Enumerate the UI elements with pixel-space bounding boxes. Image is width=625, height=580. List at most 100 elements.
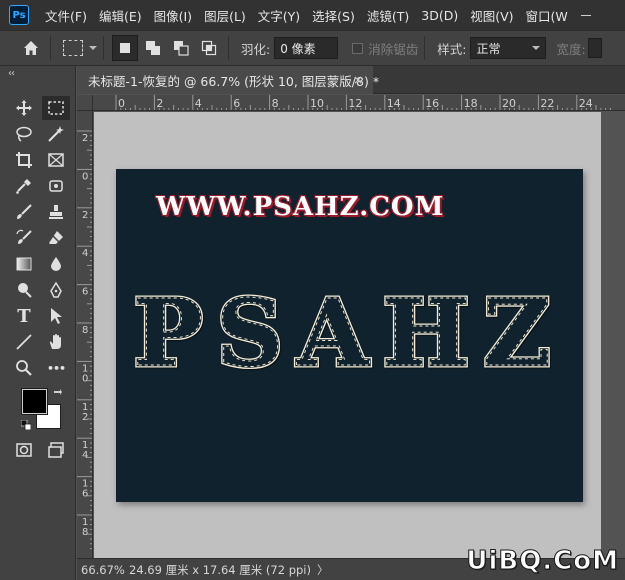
add-selection-icon [146, 41, 160, 55]
ruler-label: 0 [82, 171, 88, 182]
rect-marquee-tool-icon[interactable] [42, 96, 70, 120]
ruler-label: 4 [82, 450, 88, 461]
width-label: 宽度: [556, 41, 586, 57]
crop-tool-icon[interactable] [10, 148, 38, 172]
chevron-down-icon[interactable] [89, 46, 97, 50]
photoshop-logo-icon[interactable]: Ps [9, 5, 29, 25]
eyedropper-tool-icon[interactable] [10, 174, 38, 198]
canvas-title-dashes: PSAHZ [133, 279, 564, 387]
swap-colors-icon[interactable] [53, 387, 63, 397]
add-selection-button[interactable] [140, 35, 166, 61]
type-tool-glyph: T [17, 305, 31, 327]
width-input[interactable] [587, 38, 602, 58]
chevron-right-icon[interactable]: 〉 [317, 562, 329, 578]
antialias-checkbox[interactable]: 消除锯齿 [352, 39, 418, 58]
intersect-selection-button[interactable] [196, 35, 222, 61]
magic-wand-tool-icon[interactable] [42, 122, 70, 146]
lasso-tool-icon[interactable] [10, 122, 38, 146]
ruler-label: 8 [82, 325, 88, 336]
feather-label: 羽化: [241, 41, 271, 57]
close-icon[interactable]: × [353, 73, 363, 87]
menu-edit[interactable]: 编辑(E) [93, 6, 148, 25]
watermark-logo: UiBQ.CoM [466, 546, 619, 577]
separator [103, 36, 104, 60]
ruler-label: 14 [387, 97, 401, 110]
ruler-label: 4 [82, 248, 88, 259]
collapse-panel-icon[interactable]: ‹‹ [8, 68, 15, 79]
style-select[interactable]: 正常 [470, 37, 547, 59]
move-tool-icon[interactable] [10, 96, 38, 120]
marquee-preset-icon[interactable] [63, 40, 83, 56]
more-tools-icon[interactable]: ••• [42, 356, 70, 380]
gradient-tool-icon[interactable] [10, 252, 38, 276]
ruler-label: 6 [82, 489, 88, 500]
zoom-level[interactable]: 66.67% [81, 563, 125, 577]
menu-layer[interactable]: 图层(L) [198, 6, 252, 25]
clone-stamp-tool-icon[interactable] [42, 200, 70, 224]
ruler-label: 2 [82, 210, 88, 221]
intersect-selection-icon [201, 40, 217, 56]
menu-window[interactable]: 窗口(W [520, 6, 574, 25]
dodge-tool-icon[interactable] [10, 278, 38, 302]
feather-input[interactable] [274, 37, 339, 59]
brush-tool-icon[interactable] [10, 200, 38, 224]
vertical-ruler[interactable]: 2024681012141618 [77, 111, 93, 558]
new-selection-button[interactable] [112, 35, 138, 61]
type-tool-icon[interactable]: T [10, 304, 38, 328]
style-value: 正常 [476, 41, 501, 56]
document-size-info: 24.69 厘米 x 17.64 厘米 (72 ppi) [129, 562, 311, 577]
workspace-background [601, 112, 625, 558]
chevron-down-icon [532, 46, 541, 50]
canvas-url-text: WWW.PSAHZ.COM [156, 192, 445, 222]
more-tools-glyph: ••• [46, 361, 66, 375]
blur-tool-icon[interactable] [42, 252, 70, 276]
history-brush-tool-icon[interactable] [10, 226, 38, 250]
ruler-label: 8 [272, 97, 279, 110]
menu-filter[interactable]: 滤镜(T) [361, 6, 415, 25]
default-colors-icon[interactable] [20, 419, 32, 431]
frame-tool-icon[interactable] [42, 148, 70, 172]
ruler-label: 2 [156, 97, 163, 110]
ruler-label: 2 [82, 412, 88, 423]
menu-select[interactable]: 选择(S) [306, 6, 361, 25]
menu-view[interactable]: 视图(V) [464, 6, 519, 25]
patch-tool-icon[interactable] [42, 174, 70, 198]
ruler-ticks: 2024681012141618 [77, 130, 92, 550]
menu-bar: Ps 文件(F) 编辑(E) 图像(I) 图层(L) 文字(Y) 选择(S) 滤… [0, 0, 625, 30]
menu-3d[interactable]: 3D(D) [415, 8, 464, 23]
document-tab-strip: 未标题-1-恢复的 @ 66.7% (形状 10, 图层蒙版/8) * × [77, 66, 625, 94]
eraser-tool-icon[interactable] [42, 226, 70, 250]
menu-type[interactable]: 文字(Y) [252, 6, 306, 25]
line-tool-icon[interactable] [10, 330, 38, 354]
separator [228, 36, 229, 60]
ruler-origin[interactable] [77, 95, 93, 111]
subtract-selection-button[interactable] [168, 35, 194, 61]
path-select-tool-icon[interactable] [42, 304, 70, 328]
hand-tool-icon[interactable] [42, 330, 70, 354]
zoom-tool-icon[interactable] [10, 356, 38, 380]
quick-mask-icon[interactable] [10, 438, 38, 462]
checkbox-icon [352, 42, 364, 54]
document-tab-title: 未标题-1-恢复的 @ 66.7% (形状 10, 图层蒙版/8) * [88, 73, 380, 89]
pen-tool-icon[interactable] [42, 278, 70, 302]
menu-file[interactable]: 文件(F) [39, 6, 93, 25]
options-bar: 羽化: 消除锯齿 样式: 正常 宽度: [0, 30, 625, 66]
ruler-label: 8 [82, 527, 88, 538]
screen-mode-icon[interactable] [42, 438, 70, 462]
ruler-label: 4 [195, 97, 202, 110]
antialias-label: 消除锯齿 [368, 41, 419, 57]
ruler-label: 0 [82, 373, 88, 384]
document-tab[interactable]: 未标题-1-恢复的 @ 66.7% (形状 10, 图层蒙版/8) * × [77, 66, 379, 94]
ruler-ticks: 0 2 4 6 8 10 12 14 16 18 20 22 24 [115, 95, 611, 110]
minimize-button[interactable] [571, 0, 601, 30]
new-selection-icon [120, 43, 130, 53]
separator [50, 36, 51, 60]
menu-image[interactable]: 图像(I) [148, 6, 198, 25]
tools-panel: ‹‹ T ••• [0, 66, 76, 580]
style-label: 样式: [437, 41, 467, 57]
home-icon[interactable] [18, 35, 44, 61]
foreground-color-swatch[interactable] [21, 388, 48, 415]
horizontal-ruler[interactable]: 0 2 4 6 8 10 12 14 16 18 20 22 24 [93, 95, 625, 111]
ruler-label: 6 [233, 97, 240, 110]
ruler-label: 6 [82, 287, 88, 298]
